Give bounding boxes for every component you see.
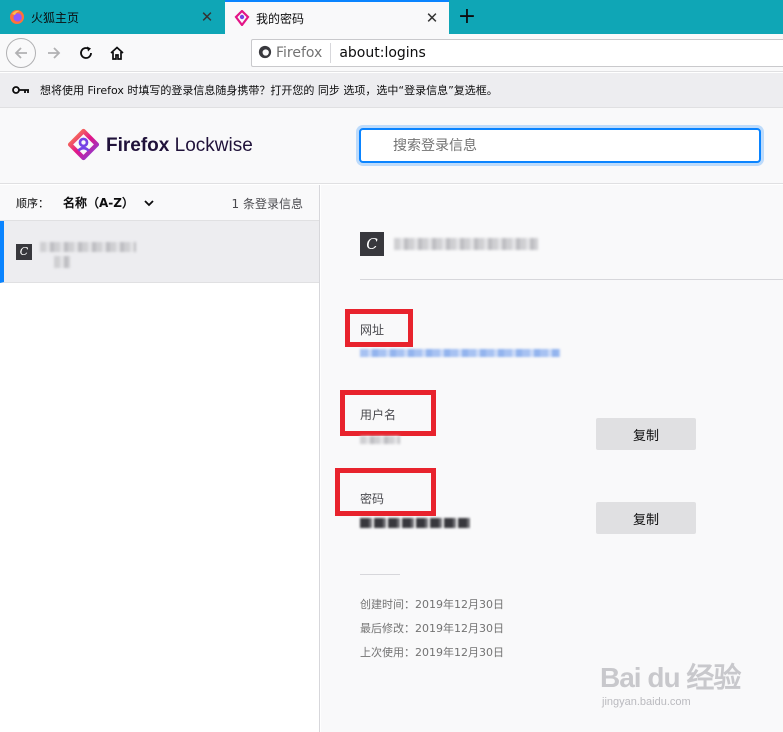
tab-firefox-home[interactable]: 火狐主页 ✕ <box>0 0 224 34</box>
tab-my-passwords[interactable]: 我的密码 ✕ <box>225 0 449 34</box>
brand-name: Firefox Lockwise <box>106 135 253 156</box>
sort-select[interactable]: 名称（A-Z） <box>63 194 134 211</box>
sort-row: 顺序： 名称（A-Z） 1 条登录信息 <box>0 185 319 221</box>
sort-label: 顺序： <box>16 196 49 210</box>
identity-box[interactable]: Firefox <box>252 43 332 63</box>
divider <box>360 574 400 575</box>
new-tab-plus-icon[interactable]: + <box>455 4 479 30</box>
modified-date: 最后修改：2019年12月30日 <box>360 622 504 635</box>
password-label: 密码 <box>360 492 385 506</box>
login-title-redacted <box>40 241 136 252</box>
key-icon <box>12 85 30 95</box>
login-detail-header: C <box>360 232 538 256</box>
copy-password-button[interactable]: 复制 <box>596 502 696 534</box>
search-logins-box[interactable] <box>359 128 761 163</box>
login-subtitle-redacted <box>54 256 70 268</box>
lockwise-icon <box>234 10 250 26</box>
url-label: 网址 <box>360 323 385 337</box>
site-favicon: C <box>360 232 384 256</box>
forward-arrow-icon[interactable] <box>40 39 68 67</box>
divider <box>360 279 783 280</box>
lockwise-brand: Firefox Lockwise <box>67 128 253 164</box>
password-value-redacted <box>360 518 472 528</box>
highlight-box <box>335 468 436 516</box>
identity-label: Firefox <box>276 45 323 61</box>
login-list-item[interactable]: C <box>0 221 319 283</box>
username-value-redacted <box>360 436 400 444</box>
reload-icon[interactable] <box>72 39 100 67</box>
tab-strip: 火狐主页 ✕ 我的密码 ✕ + <box>0 0 783 34</box>
close-tab-icon[interactable]: ✕ <box>196 8 218 26</box>
tab-label: 我的密码 <box>256 11 305 26</box>
sync-notification-bar: 想将使用 Firefox 时填写的登录信息随身携带？打开您的 同步 选项，选中“… <box>0 73 783 108</box>
lockwise-logo-icon <box>67 128 100 164</box>
baidu-watermark: Bai du 经验 jingyan.baidu.com <box>600 656 780 716</box>
notification-text: 想将使用 Firefox 时填写的登录信息随身携带？打开您的 同步 选项，选中“… <box>40 84 498 97</box>
address-bar[interactable]: Firefox about:logins <box>251 39 783 67</box>
tab-label: 火狐主页 <box>31 10 80 25</box>
back-arrow-icon[interactable] <box>6 38 36 68</box>
login-detail-panel: C 网址 用户名 复制 密码 复制 创建时间：2019年12月30日 最后修改：… <box>321 185 783 732</box>
search-logins-input[interactable] <box>361 137 759 154</box>
created-date: 创建时间：2019年12月30日 <box>360 598 504 611</box>
login-title-redacted <box>394 238 538 250</box>
url-text[interactable]: about:logins <box>339 45 426 61</box>
watermark-url: jingyan.baidu.com <box>602 696 691 708</box>
navigation-toolbar: Firefox about:logins <box>0 34 783 72</box>
login-list-panel: 顺序： 名称（A-Z） 1 条登录信息 C <box>0 185 320 732</box>
url-value-redacted[interactable] <box>360 349 560 357</box>
username-label: 用户名 <box>360 408 397 422</box>
chevron-down-icon[interactable] <box>144 199 154 207</box>
copy-username-button[interactable]: 复制 <box>596 418 696 450</box>
login-count: 1 条登录信息 <box>231 197 303 211</box>
site-favicon: C <box>16 243 32 260</box>
watermark-logo-text: Bai du 经验 <box>600 662 741 693</box>
firefox-logo-icon <box>9 9 25 25</box>
close-tab-icon[interactable]: ✕ <box>421 9 443 27</box>
home-icon[interactable] <box>103 39 131 67</box>
last-used-date: 上次使用：2019年12月30日 <box>360 646 504 659</box>
firefox-identity-icon <box>258 45 272 62</box>
lockwise-header: Firefox Lockwise <box>0 108 783 184</box>
